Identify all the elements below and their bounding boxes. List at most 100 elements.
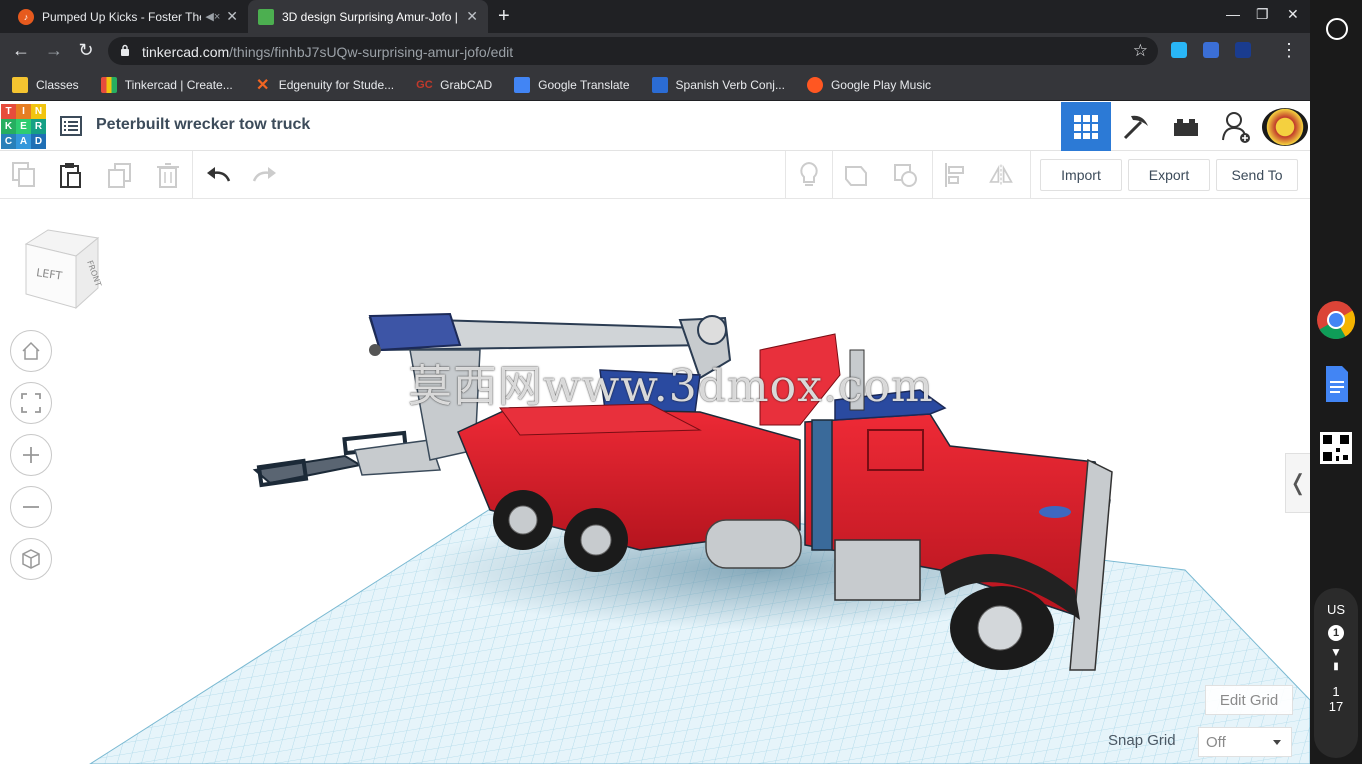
- zoom-out-button[interactable]: [10, 486, 52, 528]
- browser-toolbar: ← → ↻ tinkercad.com/things/finhbJ7sUQw-s…: [0, 33, 1310, 69]
- cloud-extension-icon[interactable]: [1171, 42, 1187, 58]
- projection-button[interactable]: [10, 538, 52, 580]
- clock-hour: 1: [1332, 684, 1340, 699]
- b-extension-icon[interactable]: [1203, 42, 1219, 58]
- close-window-icon[interactable]: ✕: [1287, 6, 1299, 23]
- qr-code-icon[interactable]: [1316, 428, 1356, 468]
- forward-icon[interactable]: →: [43, 40, 65, 61]
- bookmark-edgenuity[interactable]: ✕ Edgenuity for Stude...: [255, 77, 395, 94]
- duplicate-icon[interactable]: [107, 161, 133, 189]
- bookmark-label: Classes: [36, 77, 79, 92]
- 3d-view-button[interactable]: [1061, 102, 1111, 151]
- invite-user-button[interactable]: [1211, 102, 1261, 151]
- reload-icon[interactable]: ↻: [75, 40, 97, 61]
- address-bar[interactable]: tinkercad.com/things/finhbJ7sUQw-surpris…: [108, 37, 1158, 65]
- toolbar-divider: [1030, 151, 1031, 199]
- bookmark-grabcad[interactable]: GC GrabCAD: [416, 77, 492, 93]
- minimize-icon[interactable]: —: [1226, 6, 1240, 22]
- launcher-icon[interactable]: [1326, 18, 1348, 40]
- plus-icon: [23, 447, 39, 463]
- bookmark-classes[interactable]: Classes: [12, 76, 79, 93]
- notification-badge[interactable]: 1: [1328, 625, 1344, 641]
- shapes-panel-toggle[interactable]: ❬: [1285, 453, 1310, 513]
- import-button[interactable]: Import: [1040, 159, 1122, 191]
- bookmark-translate[interactable]: Google Translate: [514, 76, 630, 93]
- bookmarks-bar: Classes Tinkercad | Create... ✕ Edgenuity…: [0, 69, 1310, 101]
- chrome-menu-icon[interactable]: ⋮: [1280, 40, 1298, 61]
- watermark-text: 莫西网www.3dmox.com: [408, 361, 934, 412]
- tab-strip: ♪ Pumped Up Kicks - Foster The People ◀×…: [0, 0, 1310, 33]
- restore-icon[interactable]: ❐: [1256, 6, 1269, 23]
- fit-all-icon: [21, 393, 41, 413]
- bookmark-star-icon[interactable]: ☆: [1133, 41, 1148, 61]
- user-avatar[interactable]: [1262, 108, 1308, 146]
- snap-grid-select[interactable]: Off: [1198, 727, 1292, 757]
- design-title[interactable]: Peterbuilt wrecker tow truck: [96, 116, 310, 134]
- minus-icon: [23, 506, 39, 508]
- back-icon[interactable]: ←: [10, 40, 32, 61]
- toolbar-divider: [932, 151, 933, 199]
- url-host: tinkercad.com: [142, 44, 230, 60]
- tab-music[interactable]: ♪ Pumped Up Kicks - Foster The People ◀×…: [8, 0, 248, 33]
- bookmark-tinkercad[interactable]: Tinkercad | Create...: [100, 76, 233, 93]
- undo-icon[interactable]: [205, 161, 231, 189]
- grid-view-icon: [1074, 114, 1098, 139]
- home-view-button[interactable]: [10, 330, 52, 372]
- add-user-icon: [1222, 111, 1250, 143]
- wifi-icon: ▼: [1330, 645, 1342, 659]
- tinkercad-logo[interactable]: TIN KER CAD: [1, 104, 46, 149]
- url-text: tinkercad.com/things/finhbJ7sUQw-surpris…: [142, 44, 513, 60]
- send-to-button[interactable]: Send To: [1216, 159, 1298, 191]
- google-docs-icon[interactable]: [1316, 364, 1356, 404]
- bookmark-spanish[interactable]: Spanish Verb Conj...: [651, 76, 785, 93]
- tab-title: Pumped Up Kicks - Foster The People: [42, 9, 201, 24]
- ungroup-icon[interactable]: [893, 161, 919, 189]
- delete-icon[interactable]: [155, 161, 181, 189]
- play-music-icon: [806, 76, 823, 93]
- snap-grid-value: Off: [1206, 733, 1226, 751]
- export-button[interactable]: Export: [1128, 159, 1210, 191]
- design-list-icon[interactable]: [60, 116, 82, 136]
- perspective-cube-icon: [22, 549, 40, 569]
- align-icon[interactable]: [943, 161, 969, 189]
- copy-icon[interactable]: [11, 161, 37, 189]
- bricks-button[interactable]: [1161, 102, 1211, 151]
- tab-tinkercad[interactable]: 3D design Surprising Amur-Jofo | Tinkerc…: [248, 0, 488, 33]
- speaker-muted-icon[interactable]: ◀×: [205, 10, 220, 23]
- bookmark-label: Edgenuity for Stude...: [278, 77, 395, 92]
- bookmark-play-music[interactable]: Google Play Music: [806, 76, 931, 93]
- new-tab-icon[interactable]: +: [498, 5, 510, 28]
- clock-minute: 17: [1328, 699, 1344, 714]
- chevron-left-icon: ❬: [1288, 470, 1308, 495]
- codeblocks-button[interactable]: [1111, 102, 1161, 151]
- chromeos-shelf: US 1 ▼ ▮ 1 17: [1310, 0, 1362, 764]
- lego-brick-icon: [1174, 118, 1198, 136]
- chrome-icon[interactable]: [1316, 300, 1356, 340]
- mirror-icon[interactable]: [988, 161, 1014, 189]
- 3d-scene[interactable]: [0, 200, 1310, 764]
- shield-extension-icon[interactable]: [1235, 42, 1251, 58]
- 3d-workspace[interactable]: 莫西网www.3dmox.com LEFT FRONT ❬ Edit Grid …: [0, 200, 1310, 764]
- zoom-in-button[interactable]: [10, 434, 52, 476]
- fit-view-button[interactable]: [10, 382, 52, 424]
- play-music-favicon-icon: ♪: [18, 8, 34, 25]
- edit-grid-button[interactable]: Edit Grid: [1205, 685, 1293, 715]
- paste-icon[interactable]: [58, 161, 84, 189]
- close-tab-icon[interactable]: ✕: [466, 8, 478, 25]
- view-cube[interactable]: LEFT FRONT: [22, 228, 102, 313]
- redo-icon[interactable]: [252, 161, 278, 189]
- locale-label: US: [1326, 602, 1346, 617]
- close-tab-icon[interactable]: ✕: [226, 8, 238, 25]
- toolbar-divider: [832, 151, 833, 199]
- system-tray[interactable]: US 1 ▼ ▮ 1 17: [1314, 588, 1358, 758]
- lightbulb-icon[interactable]: [796, 161, 822, 189]
- bookmark-label: Tinkercad | Create...: [124, 77, 233, 92]
- battery-icon: ▮: [1333, 661, 1339, 672]
- home-icon: [22, 341, 40, 360]
- grabcad-icon: GC: [416, 78, 433, 91]
- group-icon[interactable]: [843, 161, 869, 189]
- editor-toolbar: Import Export Send To: [0, 151, 1310, 199]
- toolbar-divider: [192, 151, 193, 199]
- bookmark-label: GrabCAD: [440, 77, 493, 92]
- tab-title: 3D design Surprising Amur-Jofo | Tinkerc…: [282, 9, 460, 24]
